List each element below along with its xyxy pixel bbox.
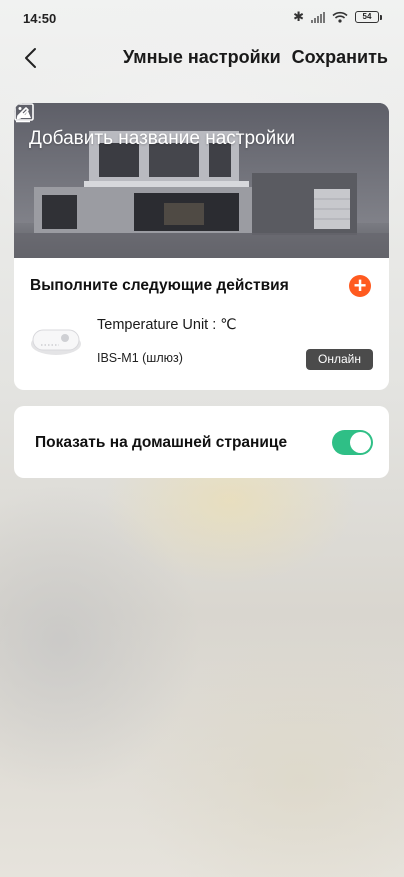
toggle-knob [350, 432, 371, 453]
bluetooth-icon: ✱ [293, 9, 304, 24]
plus-circle-icon: + [353, 273, 367, 298]
chevron-left-icon [25, 48, 36, 68]
home-page-setting-card: Показать на домашней странице [14, 406, 389, 478]
save-button[interactable]: Сохранить [292, 47, 388, 68]
status-icons: ✱ 54 [293, 9, 382, 24]
status-time: 14:50 [23, 11, 57, 26]
signal-icon [311, 11, 325, 23]
back-button[interactable] [14, 42, 46, 74]
status-badge: Онлайн [306, 349, 373, 370]
status-bar: 14:50 ✱ 54 [0, 0, 404, 36]
wifi-icon [332, 11, 348, 23]
gateway-device-image [31, 329, 81, 355]
page-title: Умные настройки [123, 47, 281, 67]
home-page-label: Показать на домашней странице [35, 434, 288, 451]
scene-name-field[interactable]: Добавить название настройки [29, 128, 295, 150]
image-icon[interactable] [14, 103, 34, 121]
scene-cover-image[interactable]: Добавить название настройки [14, 103, 389, 258]
actions-section-title: Выполните следующие действия [30, 277, 289, 294]
battery-icon: 54 [355, 11, 382, 23]
house-illustration [14, 103, 389, 258]
battery-level: 54 [355, 11, 379, 23]
device-name: IBS-M1 (шлюз) [97, 351, 183, 365]
add-action-button[interactable]: + [349, 275, 371, 297]
action-list-item[interactable]: Temperature Unit : ℃ IBS-M1 (шлюз) Онлай… [14, 308, 389, 378]
home-page-toggle[interactable] [332, 430, 373, 455]
scene-card: Добавить название настройки Выполните сл… [14, 103, 389, 390]
action-name: Temperature Unit : ℃ [97, 317, 237, 333]
